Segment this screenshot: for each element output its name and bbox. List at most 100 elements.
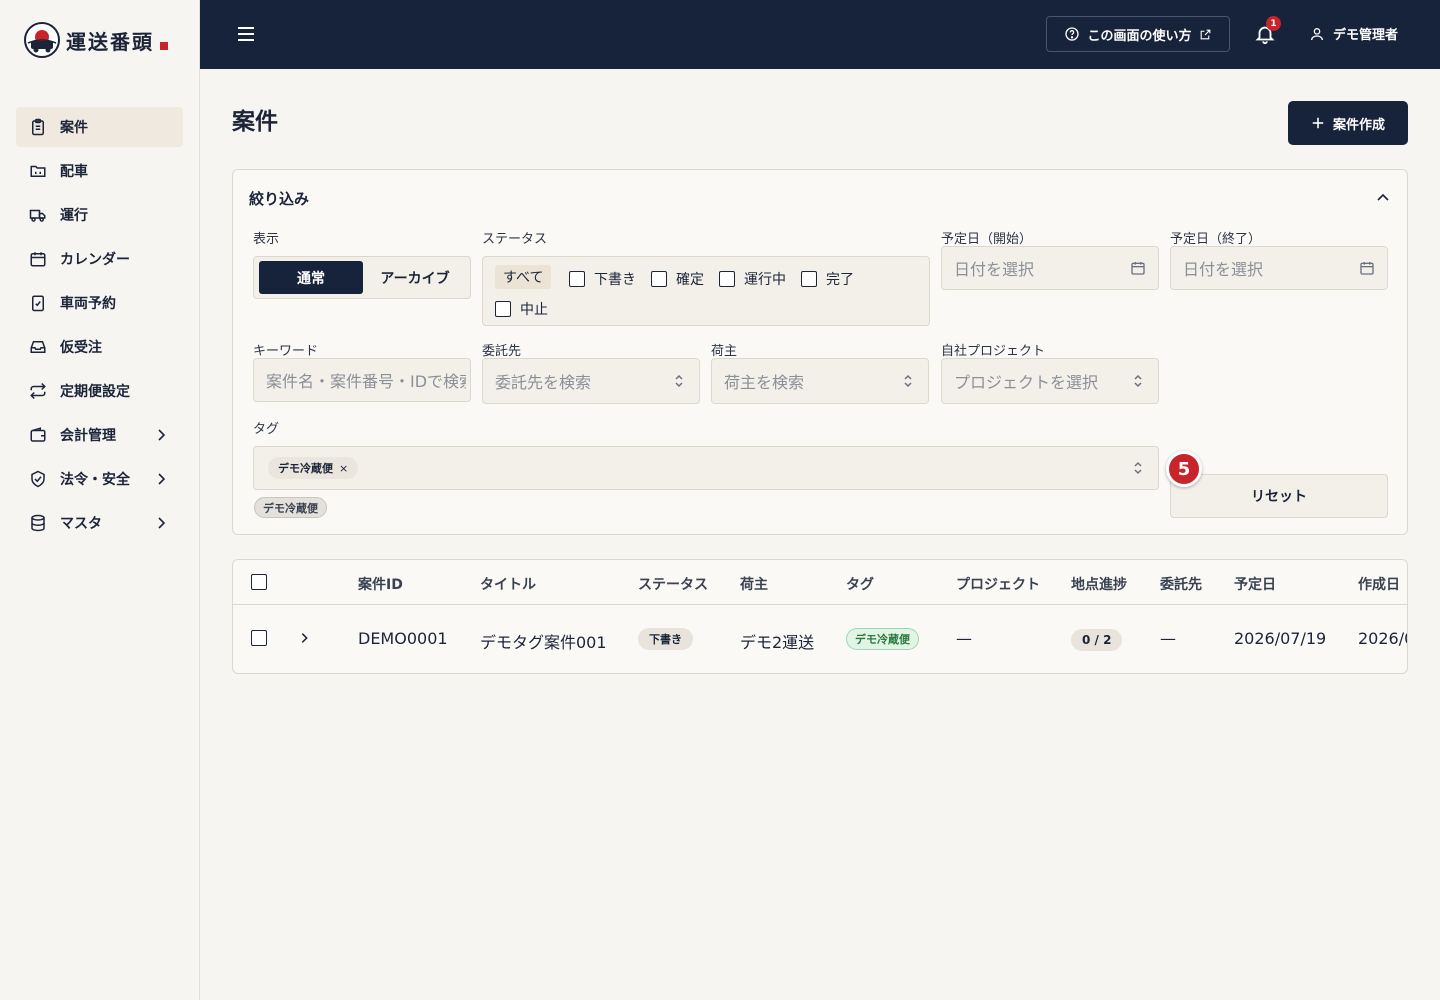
keyword-input[interactable]: 案件名・案件番号・IDで検索 — [253, 358, 471, 402]
logo-text: 運送番頭 — [66, 29, 154, 54]
column-header[interactable]: 案件ID — [358, 574, 403, 594]
sidebar-item-label: マスタ — [60, 516, 102, 532]
chevron-up-icon[interactable] — [1375, 190, 1391, 206]
checkbox-box — [719, 271, 735, 287]
sidebar-item-vehicle-reservation[interactable]: 車両予約 — [16, 283, 183, 323]
shipper-placeholder: 荷主を検索 — [724, 373, 805, 392]
tag-badge: デモ冷蔵便 — [846, 628, 919, 650]
date-end-input[interactable]: 日付を選択 — [1170, 246, 1388, 290]
column-header[interactable]: 委託先 — [1160, 574, 1202, 594]
sidebar-item-label: 会計管理 — [60, 428, 116, 444]
checkbox-label: 下書き — [594, 272, 636, 288]
shield-icon — [28, 469, 48, 489]
chevron-up-down-icon — [1134, 374, 1142, 388]
status-badge: 下書き — [638, 628, 693, 650]
row-checkbox[interactable] — [251, 630, 267, 646]
display-normal-button[interactable]: 通常 — [259, 261, 363, 294]
sidebar-item-label: 車両予約 — [60, 296, 116, 312]
help-button-label: この画面の使い方 — [1087, 28, 1192, 44]
tag-select[interactable]: デモ冷蔵便 × — [253, 446, 1159, 490]
sidebar: 運送番頭 案件 配車 運行 カレンダー 車両予約 仮受注 定期便設定 会計管理 … — [0, 0, 200, 1000]
help-circle-icon — [1065, 27, 1080, 41]
remove-tag-button[interactable]: × — [339, 462, 348, 475]
project-select[interactable]: プロジェクトを選択 — [941, 358, 1159, 404]
checkbox-label: 確定 — [676, 272, 704, 288]
filter-panel: 絞り込み 表示 通常 アーカイブ ステータス すべて 下書き 確定 運行中 完了… — [232, 169, 1408, 535]
status-filter: すべて 下書き 確定 運行中 完了 中止 — [482, 256, 930, 326]
column-header[interactable]: 荷主 — [740, 574, 768, 594]
status-draft-checkbox[interactable]: 下書き — [569, 269, 636, 289]
shipper-label: 荷主 — [711, 344, 738, 359]
keyword-placeholder: 案件名・案件番号・IDで検索 — [266, 372, 466, 391]
date-start-placeholder: 日付を選択 — [954, 260, 1035, 279]
sidebar-item-cases[interactable]: 案件 — [16, 107, 183, 147]
select-all-checkbox[interactable] — [251, 574, 267, 590]
display-label: 表示 — [253, 232, 280, 247]
logo-seal — [160, 42, 168, 50]
sidebar-item-label: 運行 — [60, 208, 88, 224]
available-tag-pill[interactable]: デモ冷蔵便 — [254, 497, 327, 518]
checkbox-box — [569, 271, 585, 287]
progress-badge: 0 / 2 — [1071, 629, 1123, 651]
status-complete-checkbox[interactable]: 完了 — [801, 269, 854, 289]
sidebar-item-provisional-orders[interactable]: 仮受注 — [16, 327, 183, 367]
status-in-transit-checkbox[interactable]: 運行中 — [719, 269, 786, 289]
help-button[interactable]: この画面の使い方 — [1046, 16, 1230, 52]
shipper-select[interactable]: 荷主を検索 — [711, 358, 929, 404]
cases-table: 案件ID タイトル ステータス 荷主 タグ プロジェクト 地点進捗 委託先 予定… — [232, 559, 1408, 674]
cell-shipper: デモ2運送 — [740, 633, 815, 652]
chevron-right-icon — [158, 517, 166, 529]
column-header[interactable]: タイトル — [480, 574, 536, 594]
user-icon — [1311, 27, 1323, 40]
checkbox-label: 中止 — [520, 302, 548, 318]
selected-tag-label: デモ冷蔵便 — [278, 462, 333, 475]
sidebar-item-compliance[interactable]: 法令・安全 — [16, 459, 183, 499]
sidebar-nav: 案件 配車 運行 カレンダー 車両予約 仮受注 定期便設定 会計管理 法令・安全… — [16, 107, 183, 547]
create-case-label: 案件作成 — [1332, 117, 1385, 133]
column-header[interactable]: プロジェクト — [956, 574, 1040, 594]
status-all-chip[interactable]: すべて — [495, 265, 552, 289]
column-header[interactable]: 予定日 — [1234, 574, 1276, 594]
cell-project: — — [956, 629, 972, 648]
chevron-up-down-icon — [1134, 461, 1142, 475]
chevron-right-icon — [158, 473, 166, 485]
cell-scheduled-date: 2026/07/19 — [1234, 629, 1327, 648]
step-marker-badge: 5 — [1166, 451, 1202, 487]
chevron-up-down-icon — [904, 374, 912, 388]
cell-title[interactable]: デモタグ案件001 — [480, 629, 607, 653]
cell-consignee: — — [1160, 629, 1176, 648]
sidebar-item-operations[interactable]: 運行 — [16, 195, 183, 235]
clipboard-check-icon — [28, 293, 48, 313]
reset-button[interactable]: リセット — [1170, 474, 1388, 518]
date-end-label: 予定日（終了） — [1170, 232, 1262, 247]
chevron-up-down-icon — [675, 374, 683, 388]
column-header[interactable]: ステータス — [638, 574, 708, 594]
status-cancelled-checkbox[interactable]: 中止 — [495, 299, 548, 319]
date-start-label: 予定日（開始） — [941, 232, 1033, 247]
cell-case-id[interactable]: DEMO0001 — [358, 629, 448, 648]
status-label: ステータス — [482, 232, 548, 247]
sidebar-item-dispatch[interactable]: 配車 — [16, 151, 183, 191]
sidebar-item-label: 仮受注 — [60, 340, 102, 356]
chevron-right-icon[interactable] — [297, 631, 311, 645]
menu-icon[interactable] — [236, 24, 256, 44]
user-menu[interactable]: デモ管理者 — [1309, 24, 1398, 43]
app-logo[interactable]: 運送番頭 — [24, 22, 168, 58]
cell-created-date: 2026/0 — [1358, 629, 1407, 648]
sidebar-item-label: 法令・安全 — [60, 472, 130, 488]
column-header[interactable]: 地点進捗 — [1071, 574, 1127, 594]
column-header[interactable]: 作成日 — [1358, 574, 1400, 594]
user-name: デモ管理者 — [1333, 28, 1399, 43]
inbox-icon — [28, 337, 48, 357]
sidebar-item-master[interactable]: マスタ — [16, 503, 183, 543]
sidebar-item-accounting[interactable]: 会計管理 — [16, 415, 183, 455]
chevron-right-icon — [158, 429, 166, 441]
column-header[interactable]: タグ — [846, 574, 874, 594]
date-start-input[interactable]: 日付を選択 — [941, 246, 1159, 290]
create-case-button[interactable]: 案件作成 — [1288, 101, 1408, 145]
sidebar-item-calendar[interactable]: カレンダー — [16, 239, 183, 279]
sidebar-item-scheduled-routes[interactable]: 定期便設定 — [16, 371, 183, 411]
display-archive-button[interactable]: アーカイブ — [363, 261, 467, 294]
consignee-select[interactable]: 委託先を検索 — [482, 358, 700, 404]
status-confirmed-checkbox[interactable]: 確定 — [651, 269, 704, 289]
